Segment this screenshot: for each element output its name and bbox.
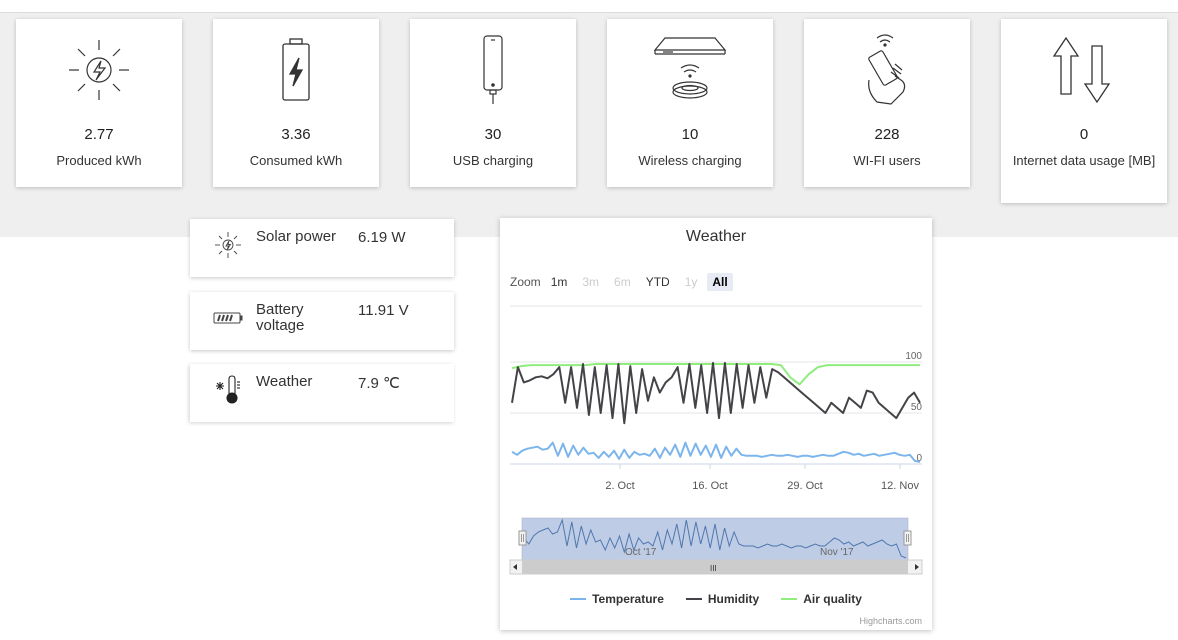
navigator-handle-right[interactable] (903, 530, 912, 546)
stat-card-wireless: 10 Wireless charging (607, 19, 773, 187)
up-down-arrows-icon (1001, 25, 1167, 115)
stat-value: 10 (681, 126, 699, 143)
weather-chart: Weather Zoom 1m 3m 6m YTD 1y All 0 50 100 … (500, 218, 932, 630)
reading-label: Solar power (256, 228, 337, 245)
stat-label: USB charging (452, 153, 534, 168)
stat-value: 228 (874, 126, 900, 143)
stat-value: 30 (484, 126, 502, 143)
wifi-hand-phone-icon (804, 25, 970, 115)
solar-bolt-icon (16, 25, 182, 115)
stat-value: 0 (1079, 126, 1089, 143)
reading-weather: Weather 7.9 ℃ (190, 364, 454, 422)
navigator-label-nov: Nov '17 (820, 547, 854, 558)
stat-card-data-usage: 0 Internet data usage [MB] (1001, 19, 1167, 203)
scrollbar-grip: III (710, 564, 717, 573)
stat-label: Consumed kWh (249, 153, 343, 168)
stat-card-wifi: 228 WI-FI users (804, 19, 970, 187)
reading-value: 6.19 W (358, 229, 406, 246)
reading-value: 7.9 ℃ (358, 375, 400, 392)
reading-solar-power: Solar power 6.19 W (190, 219, 454, 277)
usb-phone-icon (410, 25, 576, 115)
chart-credits[interactable]: Highcharts.com (859, 616, 922, 626)
stat-card-usb: 30 USB charging (410, 19, 576, 187)
battery-level-icon (212, 302, 244, 334)
legend-item-air-quality[interactable]: Air quality (781, 592, 862, 606)
y-tick-label: 100 (905, 351, 922, 362)
series-line-humidity[interactable] (511, 362, 921, 425)
reading-label: Battery voltage (256, 301, 305, 334)
stat-label: Produced kWh (56, 153, 142, 168)
y-tick-label: 50 (911, 402, 923, 413)
stat-label: Internet data usage [MB] (1012, 153, 1156, 168)
reading-label: Weather (256, 373, 313, 390)
x-tick-label: 16. Oct (692, 480, 727, 492)
legend-item-temperature[interactable]: Temperature (570, 592, 664, 606)
x-tick-label: 2. Oct (605, 480, 634, 492)
solar-icon (212, 229, 244, 261)
battery-icon (213, 25, 379, 115)
navigator-label-oct: Oct '17 (625, 547, 657, 558)
weather-thermometer-icon (212, 374, 244, 406)
stat-label: WI-FI users (853, 153, 921, 168)
reading-value: 11.91 V (358, 302, 409, 319)
stat-card-produced: 2.77 Produced kWh (16, 19, 182, 187)
wireless-charger-icon (607, 25, 773, 115)
stat-value: 2.77 (84, 126, 114, 143)
navigator-handle-left[interactable] (518, 530, 527, 546)
x-tick-label: 29. Oct (787, 480, 822, 492)
stat-card-consumed: 3.36 Consumed kWh (213, 19, 379, 187)
legend-item-humidity[interactable]: Humidity (685, 592, 759, 606)
stat-value: 3.36 (281, 126, 311, 143)
reading-battery-voltage: Battery voltage 11.91 V (190, 292, 454, 350)
chart-legend: Temperature Humidity Air quality (500, 592, 932, 606)
series-line-temperature[interactable] (511, 441, 921, 463)
x-tick-label: 12. Nov (881, 480, 919, 492)
chart-plot-area[interactable]: 050100 2. Oct 16. Oct 29. Oct 12. Nov Oct '… (500, 218, 932, 590)
stat-label: Wireless charging (638, 153, 742, 168)
